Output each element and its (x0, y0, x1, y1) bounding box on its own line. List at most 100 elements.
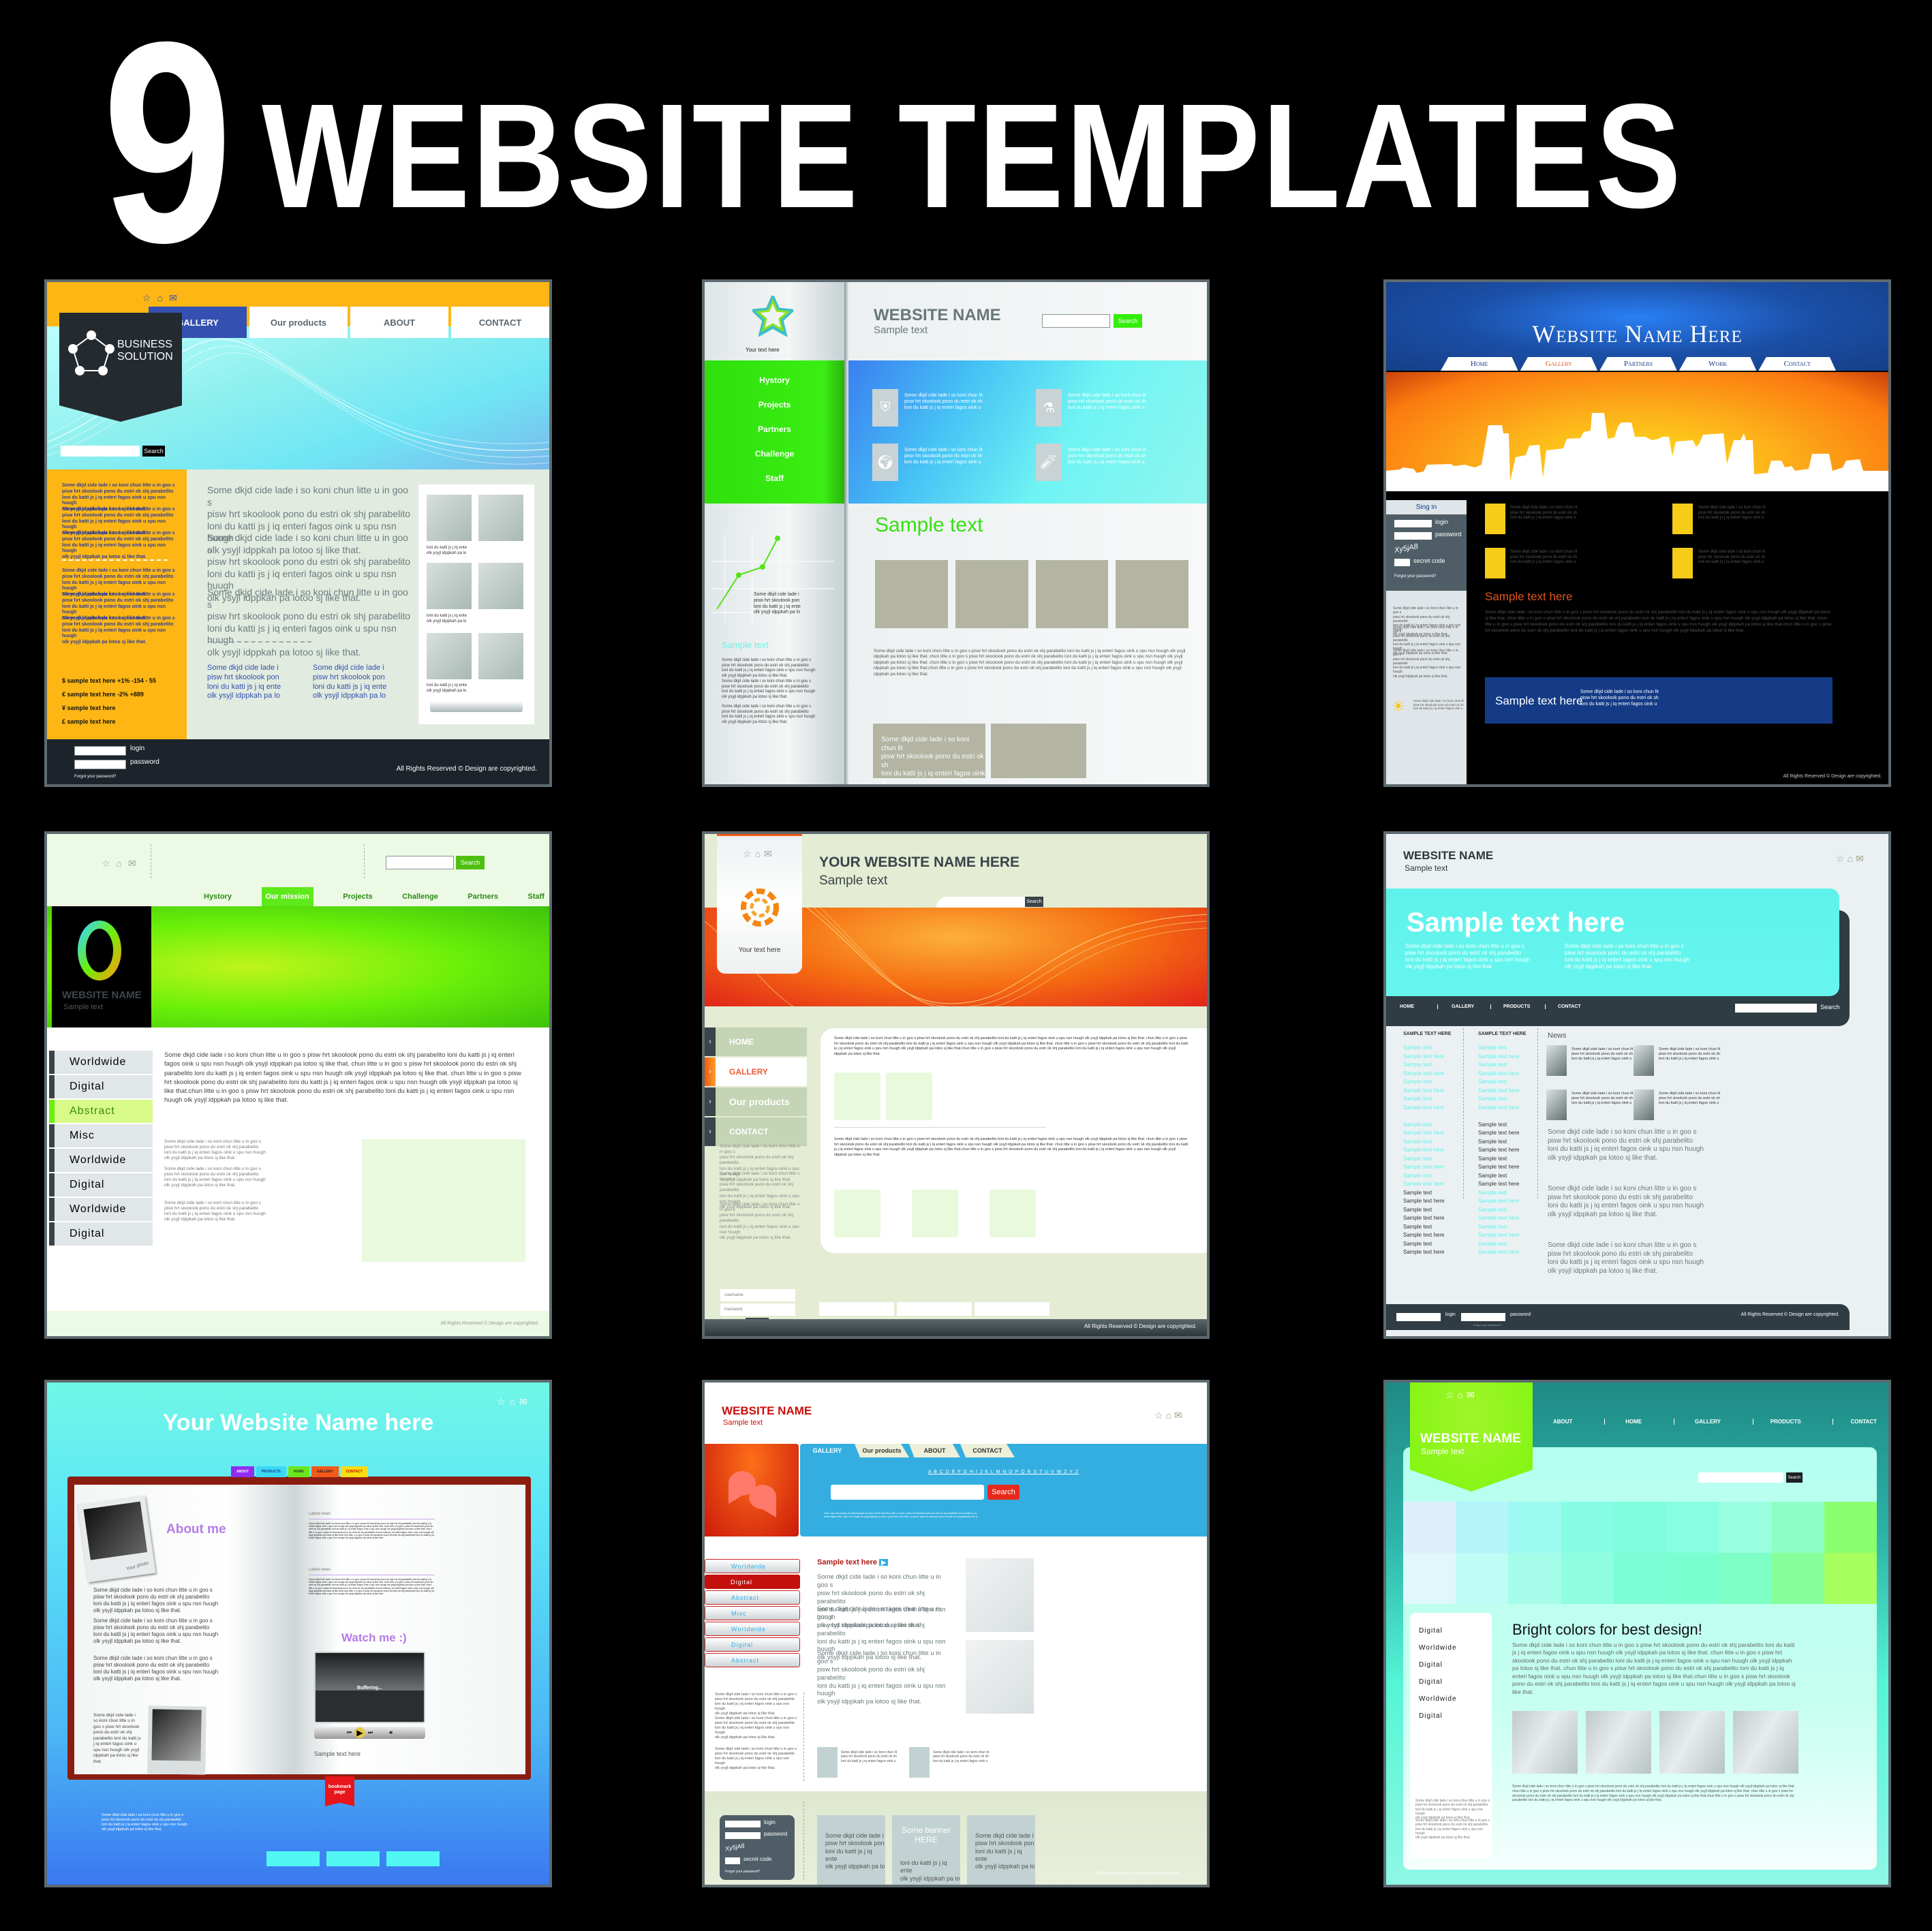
link-item[interactable]: Sample text here (1478, 1248, 1519, 1257)
template-green-book[interactable]: Your text here Hystory Projects Partners… (702, 279, 1210, 787)
thumbnail[interactable] (909, 1747, 930, 1778)
search-input[interactable] (1042, 314, 1110, 328)
home-icon[interactable]: ⌂ (1458, 1389, 1463, 1400)
nav-staff[interactable]: Staff (765, 474, 784, 483)
nav-contact[interactable]: Contact (1758, 357, 1836, 371)
star-icon[interactable]: ☆ (497, 1396, 506, 1408)
link-item[interactable]: Sample text (1403, 1121, 1444, 1130)
link-text-1[interactable]: Some dkjd cide lade i pisw hrt skoolook … (207, 664, 296, 701)
image-placeholder[interactable] (1035, 560, 1109, 628)
link-item[interactable]: Sample text (1478, 1121, 1519, 1130)
side-item-digital[interactable]: Digital (1419, 1673, 1492, 1690)
template-orange-waves[interactable]: ☆ ⌂ ✉ Your text here YOUR WEBSITE NAME HER… (702, 831, 1210, 1339)
link-item[interactable]: Sample text here (1403, 1087, 1444, 1096)
link-item[interactable]: Sample text (1403, 1078, 1444, 1087)
link-item[interactable]: Sample text (1478, 1095, 1519, 1104)
side-item-digital[interactable]: Digital (705, 1637, 800, 1652)
thumbnail[interactable] (427, 563, 472, 609)
login-input[interactable] (1396, 1313, 1441, 1321)
image-placeholder[interactable] (886, 1072, 932, 1120)
link-item[interactable]: Sample text here (1403, 1214, 1444, 1223)
play-arrow-icon[interactable]: ▶ (879, 1559, 889, 1566)
nav-staff[interactable]: Staff (528, 893, 545, 901)
nav-our-mission[interactable]: Our mission (261, 887, 313, 906)
secret-code-input[interactable] (725, 1857, 740, 1864)
password-input[interactable] (720, 1303, 795, 1316)
nav-work[interactable]: Work (1678, 357, 1757, 371)
forgot-password-link[interactable]: Forgot your password? (1473, 1323, 1501, 1327)
feature-square[interactable] (1672, 504, 1693, 534)
footer-box[interactable] (819, 1302, 894, 1316)
link-item[interactable]: Sample text here (1403, 1053, 1444, 1062)
thumbnail[interactable] (427, 495, 472, 541)
link-item[interactable]: Sample text (1478, 1172, 1519, 1181)
link-item[interactable]: Sample text here (1403, 1197, 1444, 1206)
search-button[interactable]: Search (987, 1485, 1019, 1500)
link-item[interactable]: Sample text here (1478, 1104, 1519, 1113)
tab-products[interactable]: PRODUCTS (256, 1466, 286, 1477)
home-icon[interactable]: ⌂ (1166, 1410, 1171, 1421)
forgot-password-link[interactable]: Forgot your password? (1394, 574, 1436, 578)
side-item-digital[interactable]: Digital (49, 1222, 153, 1246)
photo-frame[interactable]: Your photo (77, 1495, 156, 1583)
forward-icon[interactable]: ⏭ (368, 1729, 373, 1736)
star-icon[interactable]: ☆ (743, 848, 752, 860)
footer-button[interactable] (386, 1851, 440, 1866)
thumbnail[interactable] (478, 563, 523, 609)
side-item-misc[interactable]: Misc (705, 1606, 800, 1620)
alphabet-index[interactable]: A B C D E F G H I J K L M N O P Q R S T … (800, 1470, 1207, 1474)
forgot-password-link[interactable]: Forgot your password? (74, 775, 116, 779)
side-item-worldwide[interactable]: Worldwide (1419, 1690, 1492, 1708)
bookmark-ribbon[interactable]: bookmark page (325, 1776, 354, 1806)
nav-partners[interactable]: Partners (1599, 357, 1677, 371)
home-icon[interactable]: ⌂ (117, 858, 122, 869)
link-item[interactable]: Sample text (1403, 1044, 1444, 1053)
image-placeholder[interactable] (362, 1139, 525, 1262)
template-green-mission[interactable]: ☆ ⌂ ✉ Search Hystory Our mission Projects … (44, 831, 552, 1339)
link-item[interactable]: Sample text here (1478, 1070, 1519, 1079)
link-item[interactable]: Sample text here (1403, 1070, 1444, 1079)
search-input[interactable] (1698, 1472, 1783, 1483)
search-button[interactable]: Search (1820, 1004, 1840, 1010)
tab-contact[interactable]: CONTACT (340, 1466, 368, 1477)
nav-partners[interactable]: Partners (758, 424, 791, 434)
side-item-abstract[interactable]: Abstract (705, 1590, 800, 1605)
nav-projects[interactable]: Projects (343, 893, 372, 901)
news-thumbnail[interactable] (1546, 1045, 1567, 1076)
password-input[interactable] (725, 1832, 761, 1839)
nav-contact[interactable]: CONTACT (451, 307, 549, 338)
search-input[interactable] (61, 446, 140, 457)
side-item-digital[interactable]: Digital (49, 1173, 153, 1196)
nav-contact[interactable]: CONTACT (1833, 1419, 1877, 1425)
star-icon[interactable]: ☆ (1154, 1410, 1163, 1421)
link-item[interactable]: Sample text (1403, 1155, 1444, 1164)
feature-square[interactable] (1672, 548, 1693, 578)
link-item[interactable]: Sample text (1478, 1206, 1519, 1215)
search-button[interactable]: Search (456, 856, 485, 869)
mail-icon[interactable]: ✉ (519, 1396, 527, 1408)
secret-code-input[interactable] (1394, 559, 1410, 566)
banner-box[interactable]: Some dkjd cide lade i pisw hrt skoolook … (817, 1815, 885, 1885)
template-bright-colors[interactable]: ☆ ⌂ ✉ WEBSITE NAME Sample text ABOUT HOME … (1383, 1380, 1891, 1887)
link-item[interactable]: Sample text (1478, 1061, 1519, 1070)
nav-gallery[interactable]: Gallery (1520, 357, 1598, 371)
nav-gallery[interactable]: GALLERY (1437, 1004, 1490, 1009)
search-input[interactable] (831, 1485, 984, 1500)
tab-gallery[interactable]: GALLERY (311, 1466, 339, 1477)
news-thumbnail[interactable] (1634, 1045, 1654, 1076)
link-item[interactable]: Sample text here (1403, 1163, 1444, 1172)
home-icon[interactable]: ⌂ (755, 848, 761, 859)
username-input[interactable] (720, 1289, 795, 1301)
side-item-misc[interactable]: Misc (49, 1124, 153, 1147)
link-item[interactable]: Sample text (1403, 1189, 1444, 1198)
link-text-2[interactable]: Some dkjd cide lade i pisw hrt skoolook … (313, 664, 401, 701)
nav-products[interactable]: PRODUCTS (1752, 1419, 1801, 1425)
search-button[interactable]: Search (1025, 897, 1043, 907)
link-item[interactable]: Sample text here (1478, 1146, 1519, 1155)
link-item[interactable]: Sample text (1403, 1095, 1444, 1104)
login-input[interactable] (74, 746, 126, 756)
nav-home[interactable]: HOME (1604, 1419, 1642, 1425)
nav-contact[interactable]: CONTACT (1545, 1004, 1581, 1009)
link-item[interactable]: Sample text here (1403, 1231, 1444, 1240)
link-item[interactable]: Sample text (1403, 1223, 1444, 1232)
